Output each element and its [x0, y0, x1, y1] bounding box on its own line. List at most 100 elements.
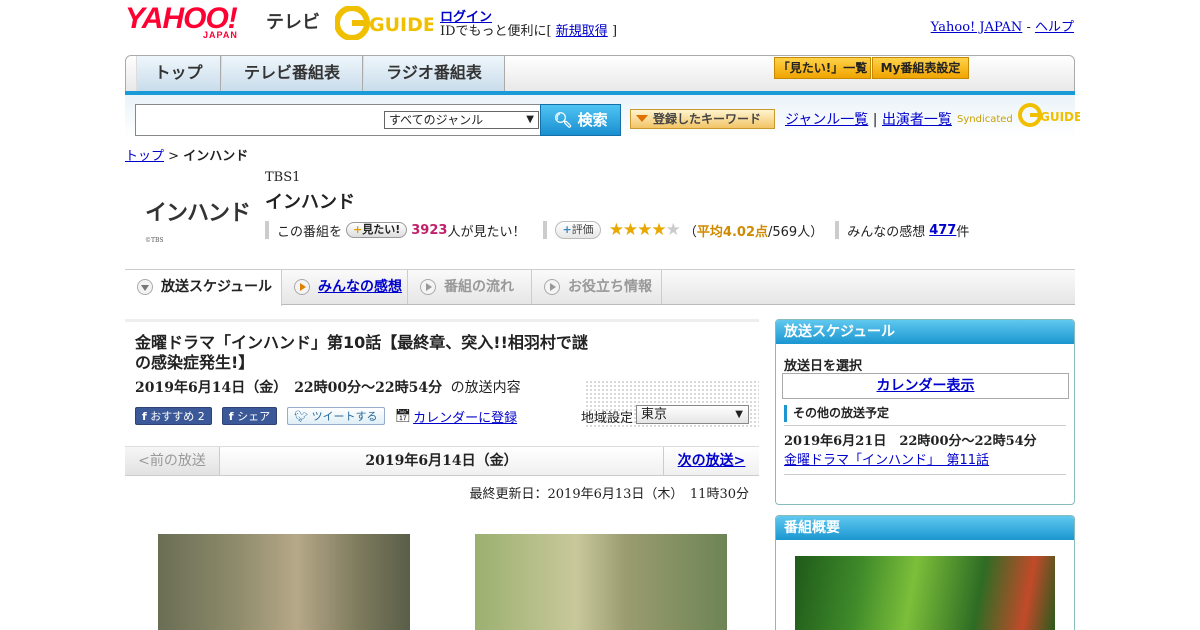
tab-info[interactable]: お役立ち情報 [532, 270, 662, 304]
tab-flow[interactable]: 番組の流れ [408, 270, 532, 304]
yahoo-japan-link[interactable]: Yahoo! JAPAN [931, 20, 1023, 35]
breadcrumb: トップ > インハンド [125, 145, 248, 164]
calendar-register-link[interactable]: カレンダーに登録 [413, 407, 517, 426]
facebook-icon: f [228, 410, 234, 423]
circle-arrow-icon [294, 279, 310, 295]
area-select[interactable]: 東京 ▼ [636, 405, 749, 424]
meta-separator [543, 221, 548, 239]
calendar-icon: 📅︎ [394, 408, 412, 424]
login-sub-suffix: ] [611, 24, 618, 39]
area-label: 地域設定 [581, 411, 634, 426]
facebook-icon: f [142, 410, 147, 423]
next-broadcast-cell: 次の放送> [663, 447, 759, 475]
kansou-count-link[interactable]: 477 [929, 223, 956, 238]
area-select-value: 東京 [641, 407, 668, 422]
search-icon: 🔍︎ [553, 111, 573, 129]
calendar-display-button[interactable]: カレンダー表示 [782, 373, 1069, 399]
nav-tab-top[interactable]: トップ [136, 56, 221, 91]
signup-link[interactable]: 新規取得 [556, 24, 608, 39]
nav-tab-radio[interactable]: ラジオ番組表 [363, 56, 505, 91]
genre-select[interactable]: すべてのジャンル ▼ [384, 111, 539, 129]
rating-open: （ [683, 224, 697, 240]
mitai-button[interactable]: +見たい! [346, 222, 408, 238]
genre-list-link[interactable]: ジャンル一覧 [785, 112, 868, 128]
kansou-suffix: 件 [956, 224, 970, 240]
tab-schedule-label: 放送スケジュール [161, 279, 273, 295]
schedule-panel-title: 放送スケジュール [776, 320, 1074, 344]
plus-icon: + [353, 223, 363, 236]
registered-keyword-button[interactable]: 登録したキーワード [630, 109, 775, 129]
gguide-logo[interactable]: GUIDE [334, 5, 436, 41]
search-link-sep: | [872, 112, 878, 128]
mitai-list-button[interactable]: 「見たい!」一覧 [774, 57, 871, 79]
program-logo-text: インハンド [145, 201, 251, 226]
help-link[interactable]: ヘルプ [1035, 20, 1074, 35]
tab-info-label: お役立ち情報 [568, 279, 652, 295]
tab-flow-label: 番組の流れ [444, 279, 514, 295]
fb-recommend-label: おすすめ 2 [150, 410, 205, 423]
program-subtabs: 放送スケジュール みんなの感想 番組の流れ お役立ち情報 [125, 269, 1075, 306]
kansou-label: みんなの感想 [847, 224, 926, 240]
search-links: ジャンル一覧 | 出演者一覧 [785, 109, 952, 129]
my-table-button[interactable]: My番組表設定 [872, 57, 969, 79]
tab-kansou[interactable]: みんなの感想 [282, 270, 408, 304]
calendar-display-link[interactable]: カレンダー表示 [877, 378, 975, 394]
search-button-label: 検索 [577, 111, 608, 129]
fb-recommend-button[interactable]: f おすすめ 2 [135, 407, 212, 425]
select-date-label: 放送日を選択 [784, 359, 863, 374]
program-logo: インハンド ©TBS [140, 185, 251, 250]
rating-count: /569人） [768, 224, 824, 240]
next-broadcast[interactable]: 次の放送> [678, 453, 746, 469]
other-schedule-date: 2019年6月21日 22時00分～22時54分 [784, 434, 1037, 449]
nav-tab-tv[interactable]: テレビ番組表 [221, 56, 363, 91]
program-logo-copyright: ©TBS [145, 237, 164, 244]
meta-separator [835, 221, 840, 239]
performer-list-link[interactable]: 出演者一覧 [882, 112, 952, 128]
dropdown-arrow-icon: ▼ [526, 114, 534, 125]
channel-name: TBS1 [265, 170, 301, 185]
svg-text:GUIDE: GUIDE [369, 14, 433, 36]
svg-text:GUIDE: GUIDE [1040, 110, 1080, 124]
gguide-small-icon: GUIDE [1017, 103, 1082, 127]
header-link-sep: - [1026, 20, 1031, 35]
pager-date: 2019年6月14日（金） [365, 453, 518, 469]
star-filled-icon: ★★★★ [608, 220, 667, 240]
overview-panel-title: 番組概要 [776, 516, 1074, 540]
mitai-button-label: 見たい! [362, 223, 401, 236]
circle-arrow-icon [137, 279, 153, 295]
broadcast-pager: <前の放送 2019年6月14日（金） 次の放送> [125, 446, 759, 476]
episode-photo [158, 534, 410, 630]
other-schedule-label: その他の放送予定 [784, 405, 889, 422]
star-empty-icon: ★ [665, 220, 681, 240]
mitai-suffix: 人が見たい！ [447, 224, 526, 240]
episode-date: 2019年6月14日（金） 22時00分～22時54分 の放送内容 [135, 377, 521, 397]
other-schedule-episode-link[interactable]: 金曜ドラマ「インハンド」 第11話 [784, 449, 989, 468]
header-links: Yahoo! JAPAN - ヘルプ [931, 16, 1074, 35]
syndicated-gguide: Syndicated GUIDE [957, 103, 1082, 127]
rating-stars: ★★★★★ [608, 220, 681, 240]
search-button[interactable]: 🔍︎ 検索 [540, 104, 621, 136]
prev-broadcast[interactable]: <前の放送 [125, 447, 220, 475]
rate-button-label: 評価 [571, 223, 594, 236]
fb-share-button[interactable]: f シェア [221, 407, 278, 425]
meta-separator [265, 221, 269, 239]
overview-photo [795, 556, 1055, 630]
yahoo-japan-sub: JAPAN [203, 30, 238, 40]
tweet-button[interactable]: 🐦︎ ツイートする [287, 407, 385, 425]
episode-title: 金曜ドラマ「インハンド」第10話【最終章、突入!!相羽村で謎の感染症発生!】 [135, 333, 588, 372]
plus-icon: + [562, 223, 572, 236]
tv-label: テレビ [266, 12, 320, 33]
tab-kansou-label[interactable]: みんなの感想 [318, 279, 402, 295]
social-buttons: f おすすめ 2 f シェア 🐦︎ ツイートする 📅︎ カレンダーに登録 [135, 406, 517, 426]
program-title: インハンド [265, 192, 355, 213]
breadcrumb-top[interactable]: トップ [125, 149, 164, 164]
syndicated-label: Syndicated [957, 114, 1013, 125]
dropdown-arrow-icon: ▼ [735, 409, 743, 420]
circle-arrow-icon [544, 279, 560, 295]
divider [784, 474, 1066, 475]
program-meta: この番組を +見たい! 3923 人が見たい！ +評価 ★★★★★ （ 平均4.… [265, 220, 969, 240]
tab-schedule[interactable]: 放送スケジュール [125, 270, 282, 306]
episode-date-value: 2019年6月14日（金） 22時00分～22時54分 [135, 380, 443, 396]
circle-arrow-icon [420, 279, 436, 295]
rate-button[interactable]: +評価 [555, 221, 601, 239]
